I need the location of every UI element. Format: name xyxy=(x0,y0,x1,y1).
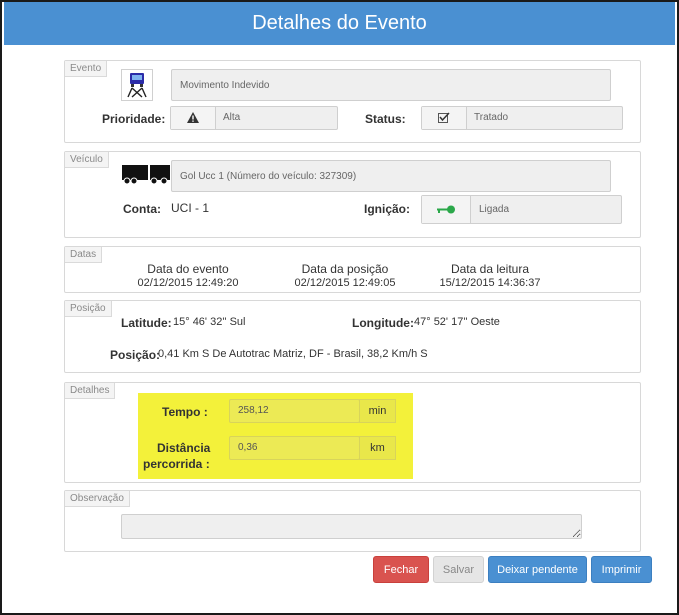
ignicao-field: Ligada xyxy=(421,195,622,224)
prioridade-value: Alta xyxy=(223,112,241,123)
data-posicao-value: 02/12/2015 12:49:05 xyxy=(294,277,396,289)
imprimir-button[interactable]: Imprimir xyxy=(591,556,652,583)
ignicao-label: Ignição: xyxy=(364,202,411,216)
fieldset-posicao: Posição xyxy=(64,300,641,373)
legend-observacao: Observação xyxy=(65,491,130,507)
distancia-unit: km xyxy=(359,436,396,460)
distancia-label-line1: Distância xyxy=(157,441,211,455)
prioridade-field: Alta xyxy=(170,106,338,130)
dialog-title: Detalhes do Evento xyxy=(4,2,675,45)
observacao-textarea[interactable] xyxy=(121,514,582,539)
evento-name-field: Movimento Indevido xyxy=(171,69,611,101)
status-icon-cell xyxy=(422,107,467,129)
tempo-unit: min xyxy=(359,399,396,423)
legend-evento: Evento xyxy=(65,61,108,77)
data-evento-label: Data do evento xyxy=(147,262,229,276)
latitude-label: Latitude: xyxy=(121,316,172,330)
legend-datas: Datas xyxy=(65,247,103,263)
warning-triangle-icon xyxy=(187,112,199,126)
ignicao-icon-cell xyxy=(422,196,471,223)
posicao-label: Posição: xyxy=(110,348,161,362)
prioridade-icon-cell xyxy=(171,107,216,129)
fechar-button[interactable]: Fechar xyxy=(373,556,429,583)
status-field: Tratado xyxy=(421,106,623,130)
conta-value: UCI - 1 xyxy=(171,201,210,215)
checkbox-icon xyxy=(438,112,450,126)
vehicle-event-icon xyxy=(121,69,153,101)
distancia-input[interactable]: 0,36 xyxy=(229,436,360,460)
distancia-label-line2: percorrida : xyxy=(143,457,210,471)
tempo-input[interactable]: 258,12 xyxy=(229,399,360,423)
prioridade-label: Prioridade: xyxy=(102,112,166,126)
tempo-label: Tempo : xyxy=(162,405,208,419)
key-icon xyxy=(436,204,456,218)
legend-detalhes: Detalhes xyxy=(65,383,116,399)
latitude-value: 15° 46' 32'' Sul xyxy=(173,316,246,328)
veiculo-name-field: Gol Ucc 1 (Número do veículo: 327309) xyxy=(171,160,611,192)
salvar-button[interactable]: Salvar xyxy=(433,556,484,583)
truck-icon xyxy=(121,163,173,190)
ignicao-value: Ligada xyxy=(479,204,510,215)
longitude-label: Longitude: xyxy=(352,316,414,330)
data-posicao-label: Data da posição xyxy=(301,262,389,276)
deixar-pendente-button[interactable]: Deixar pendente xyxy=(488,556,587,583)
conta-label: Conta: xyxy=(123,202,161,216)
longitude-value: 47° 52' 17'' Oeste xyxy=(414,316,500,328)
status-value: Tratado xyxy=(474,112,509,123)
data-leitura-value: 15/12/2015 14:36:37 xyxy=(439,277,541,289)
data-evento-value: 02/12/2015 12:49:20 xyxy=(137,277,239,289)
legend-posicao: Posição xyxy=(65,301,112,317)
legend-veiculo: Veículo xyxy=(65,152,109,168)
status-label: Status: xyxy=(365,112,406,126)
data-leitura-label: Data da leitura xyxy=(450,262,530,276)
posicao-value: 0,41 Km S De Autotrac Matriz, DF - Brasi… xyxy=(158,348,428,360)
